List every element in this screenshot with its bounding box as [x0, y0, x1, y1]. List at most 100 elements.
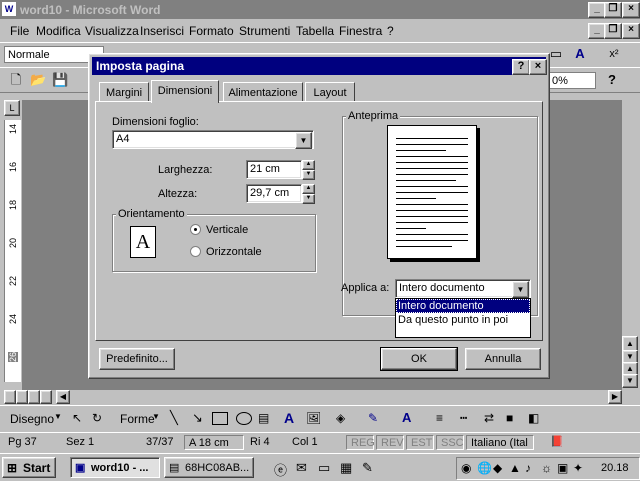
- textbox-icon[interactable]: ▤: [258, 411, 269, 425]
- vertical-scrollbar[interactable]: ▲ ▼ ▲ ▼: [622, 100, 638, 390]
- rotate-icon[interactable]: ↻: [92, 411, 102, 425]
- menu-inserisci[interactable]: Inserisci: [140, 24, 184, 38]
- help-question-icon[interactable]: ?: [604, 72, 620, 88]
- tab-dimensioni[interactable]: Dimensioni: [151, 80, 219, 103]
- normal-view-icon[interactable]: [4, 390, 16, 404]
- horizontal-scrollbar[interactable]: ◀ ▶: [0, 390, 640, 404]
- tray-icon[interactable]: ▣: [557, 461, 568, 475]
- menu-help[interactable]: ?: [387, 24, 394, 38]
- apply-to-select[interactable]: Intero documento ▼: [395, 279, 531, 298]
- task-word[interactable]: ▣ word10 - ...: [70, 457, 160, 478]
- height-spinner[interactable]: ▲ ▼: [302, 184, 315, 204]
- arrow-style-icon[interactable]: ⇄: [484, 411, 494, 425]
- speaker-icon[interactable]: ♪: [525, 461, 531, 475]
- border-icon[interactable]: ▭: [548, 46, 564, 62]
- save-icon[interactable]: 💾: [52, 72, 68, 88]
- apply-option-from-here[interactable]: Da questo punto in poi: [396, 313, 530, 327]
- clock[interactable]: 20.18: [601, 462, 629, 474]
- dialog-help-button[interactable]: ?: [512, 59, 530, 75]
- fill-color-icon[interactable]: ◈: [336, 411, 345, 425]
- open-folder-icon[interactable]: 📂: [30, 72, 46, 88]
- outlook-icon[interactable]: ✉: [296, 460, 307, 476]
- radio-orizzontale[interactable]: [190, 246, 201, 257]
- chevron-down-icon[interactable]: ▼: [512, 281, 529, 298]
- layout-view-icon[interactable]: [28, 390, 40, 404]
- tray-icon[interactable]: 🌐: [477, 461, 492, 475]
- status-language[interactable]: Italiano (Ital: [466, 435, 534, 450]
- start-button[interactable]: ⊞ Start: [2, 457, 56, 478]
- default-button[interactable]: Predefinito...: [99, 348, 175, 370]
- doc-close-button[interactable]: ×: [622, 23, 640, 39]
- restore-button[interactable]: ❐: [604, 2, 622, 18]
- ok-button[interactable]: OK: [380, 347, 458, 371]
- chevron-down-icon[interactable]: ▼: [295, 132, 312, 149]
- doc-restore-button[interactable]: ❐: [604, 23, 622, 39]
- superscript-icon[interactable]: x²: [606, 46, 622, 62]
- orizzontale-label[interactable]: Orizzontale: [206, 246, 262, 258]
- tools-icon[interactable]: ✎: [362, 460, 373, 476]
- word-app-icon[interactable]: W: [2, 2, 16, 16]
- radio-verticale[interactable]: [190, 224, 201, 235]
- font-color-icon[interactable]: A: [572, 46, 588, 62]
- font-color-draw-icon[interactable]: A: [402, 410, 411, 425]
- menu-visualizza[interactable]: Visualizza: [85, 24, 139, 38]
- menu-file[interactable]: File: [10, 24, 29, 38]
- width-input[interactable]: 21 cm: [246, 160, 302, 179]
- ie-icon[interactable]: ⓔ: [274, 460, 287, 479]
- rectangle-icon[interactable]: [212, 412, 228, 425]
- close-window-button[interactable]: ×: [622, 2, 640, 18]
- tray-icon[interactable]: ✦: [573, 461, 583, 475]
- menu-finestra[interactable]: Finestra: [339, 24, 382, 38]
- spin-down-icon[interactable]: ▼: [302, 194, 315, 204]
- spin-up-icon[interactable]: ▲: [302, 160, 315, 170]
- status-rec[interactable]: REG: [346, 435, 375, 450]
- line-icon[interactable]: ╲: [170, 410, 178, 426]
- menu-strumenti[interactable]: Strumenti: [239, 24, 290, 38]
- tab-selector[interactable]: L: [4, 100, 20, 116]
- next-page-icon[interactable]: ▼: [622, 374, 638, 388]
- verticale-label[interactable]: Verticale: [206, 224, 248, 236]
- menu-tabella[interactable]: Tabella: [296, 24, 334, 38]
- tray-icon[interactable]: ◆: [493, 461, 502, 475]
- line-color-icon[interactable]: ✎: [368, 411, 378, 425]
- spin-up-icon[interactable]: ▲: [302, 184, 315, 194]
- paper-size-select[interactable]: A4 ▼: [112, 130, 314, 149]
- dash-style-icon[interactable]: ┅: [460, 411, 467, 425]
- tray-icon[interactable]: ▲: [509, 461, 521, 475]
- tray-icon[interactable]: ◉: [461, 461, 471, 475]
- scroll-left-icon[interactable]: ◀: [56, 390, 70, 404]
- status-ext[interactable]: EST: [406, 435, 434, 450]
- tab-layout[interactable]: Layout: [305, 82, 355, 102]
- status-ovr[interactable]: SSC: [436, 435, 464, 450]
- outline-view-icon[interactable]: [40, 390, 52, 404]
- tab-alimentazione[interactable]: Alimentazione: [223, 82, 303, 102]
- new-document-icon[interactable]: 🗋: [8, 72, 24, 88]
- height-input[interactable]: 29,7 cm: [246, 184, 302, 203]
- width-spinner[interactable]: ▲ ▼: [302, 160, 315, 180]
- oval-icon[interactable]: [236, 412, 252, 425]
- 3d-icon[interactable]: ◧: [528, 411, 539, 425]
- status-rev[interactable]: REV: [376, 435, 404, 450]
- zoom-combo[interactable]: 0%: [548, 72, 596, 89]
- line-style-icon[interactable]: ≡: [436, 411, 443, 425]
- dialog-title-bar[interactable]: Imposta pagina ? ×: [92, 57, 547, 75]
- clipart-icon[interactable]: 🖼: [306, 411, 321, 425]
- shadow-icon[interactable]: ■: [506, 411, 513, 425]
- explorer-icon[interactable]: ▦: [340, 460, 352, 476]
- menu-modifica[interactable]: Modifica: [36, 24, 81, 38]
- task-pdf[interactable]: ▤ 68HC08AB...: [164, 457, 254, 478]
- tab-margini[interactable]: Margini: [99, 82, 149, 102]
- spellcheck-book-icon[interactable]: 📕: [546, 435, 570, 450]
- arrow-icon[interactable]: ↘: [192, 410, 203, 426]
- menu-formato[interactable]: Formato: [189, 24, 234, 38]
- shapes-menu[interactable]: Forme: [120, 412, 155, 426]
- dialog-close-button[interactable]: ×: [529, 59, 547, 75]
- vertical-ruler[interactable]: 14 16 18 20 22 24 26: [4, 120, 21, 382]
- desktop-icon[interactable]: ▭: [318, 460, 330, 476]
- web-view-icon[interactable]: [16, 390, 28, 404]
- cancel-button[interactable]: Annulla: [465, 348, 541, 370]
- wordart-icon[interactable]: A: [284, 410, 294, 426]
- scroll-right-icon[interactable]: ▶: [608, 390, 622, 404]
- apply-option-whole-document[interactable]: Intero documento: [396, 299, 530, 313]
- spin-down-icon[interactable]: ▼: [302, 170, 315, 180]
